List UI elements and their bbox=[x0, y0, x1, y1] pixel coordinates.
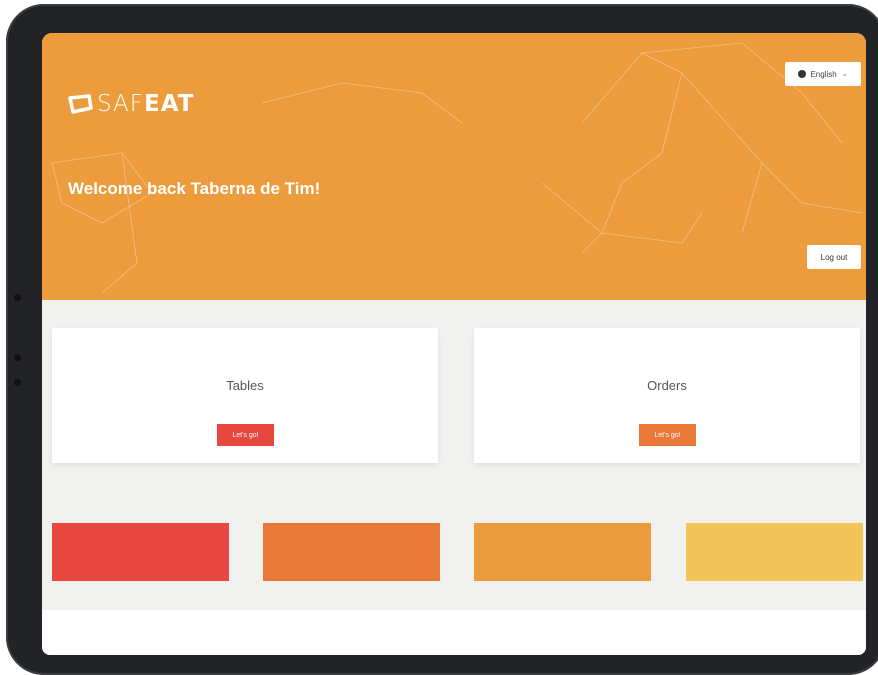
chevron-down-icon: ⌄ bbox=[841, 71, 848, 78]
card-tables: Tables Let's go! bbox=[52, 328, 438, 463]
card-orders: Orders Let's go! bbox=[474, 328, 860, 463]
logo-text-light: SAF bbox=[97, 91, 144, 117]
logout-button[interactable]: Log out bbox=[807, 245, 861, 269]
color-swatch-red bbox=[52, 523, 229, 581]
side-button bbox=[14, 379, 21, 386]
side-button bbox=[14, 294, 21, 301]
orders-go-button[interactable]: Let's go! bbox=[639, 424, 696, 446]
language-selector[interactable]: English ⌄ bbox=[785, 62, 861, 86]
hero-banner: SAF EAT Welcome back Taberna de Tim! Eng… bbox=[42, 33, 866, 300]
card-title: Orders bbox=[647, 378, 687, 393]
globe-icon bbox=[798, 70, 807, 78]
logo-text-bold: EAT bbox=[144, 91, 195, 117]
logo-mark-icon bbox=[68, 94, 93, 114]
tablet-frame: SAF EAT Welcome back Taberna de Tim! Eng… bbox=[6, 4, 878, 675]
app-screen: SAF EAT Welcome back Taberna de Tim! Eng… bbox=[42, 33, 866, 655]
welcome-heading: Welcome back Taberna de Tim! bbox=[68, 179, 321, 198]
card-title: Tables bbox=[226, 378, 264, 393]
color-swatch-yellow bbox=[686, 523, 863, 581]
footer-area bbox=[42, 610, 866, 655]
tables-go-button[interactable]: Let's go! bbox=[217, 424, 274, 446]
language-label: English bbox=[810, 69, 837, 79]
decorative-network-pattern bbox=[51, 42, 863, 294]
color-swatch-orange bbox=[474, 523, 651, 581]
color-swatch-dark-orange bbox=[263, 523, 440, 581]
camera-dot bbox=[14, 354, 21, 361]
brand-logo[interactable]: SAF EAT bbox=[67, 91, 194, 117]
